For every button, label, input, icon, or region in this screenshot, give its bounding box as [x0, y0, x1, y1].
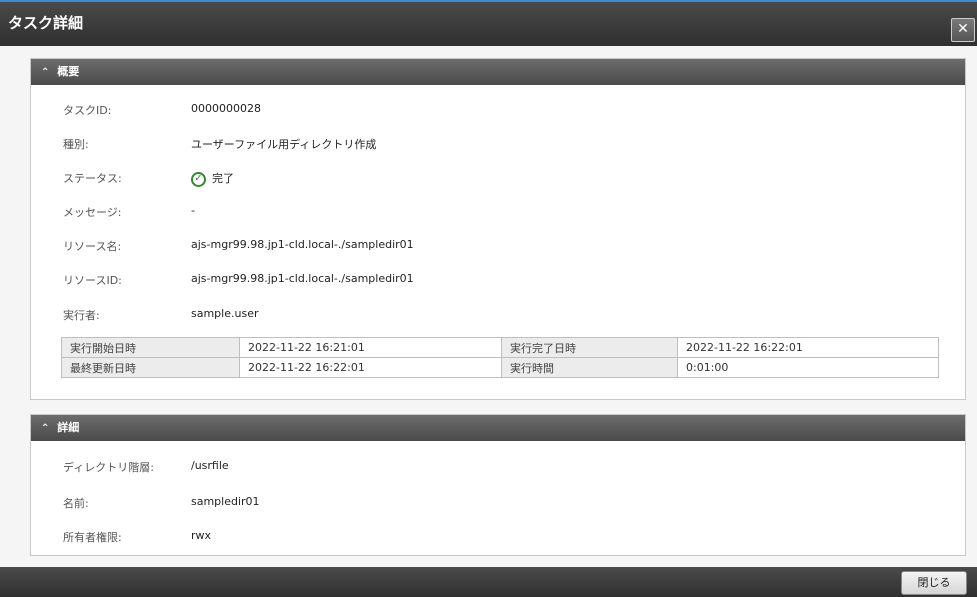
dialog-footer: 閉じる — [0, 567, 977, 597]
table-cell: 0:01:00 — [677, 357, 939, 378]
field-value: 0000000028 — [191, 102, 261, 115]
field-value: sampledir01 — [191, 495, 260, 508]
field-value: ユーザーファイル用ディレクトリ作成 — [191, 138, 377, 151]
field-label: 名前: — [63, 497, 89, 510]
dialog-title: タスク詳細 — [8, 14, 84, 32]
field-label: 所有者権限: — [63, 531, 122, 544]
close-icon[interactable]: ✕ — [951, 18, 975, 42]
field-label: リソースID: — [63, 274, 122, 287]
field-label: 実行者: — [63, 309, 100, 322]
table-row: 実行開始日時 2022-11-22 16:21:01 実行完了日時 2022-1… — [61, 337, 939, 358]
check-circle-icon: ✓ — [191, 171, 206, 187]
field-label: ディレクトリ階層: — [63, 461, 154, 474]
table-row: 最終更新日時 2022-11-22 16:22:01 実行時間 0:01:00 — [61, 357, 939, 378]
field-value: sample.user — [191, 307, 259, 320]
field-label: リソース名: — [63, 240, 122, 253]
timing-table: 実行開始日時 2022-11-22 16:21:01 実行完了日時 2022-1… — [61, 337, 939, 378]
chevron-up-icon: ⌃ — [41, 423, 50, 434]
table-cell: 最終更新日時 — [61, 357, 240, 378]
status-text: 完了 — [212, 172, 234, 185]
close-button[interactable]: 閉じる — [901, 571, 967, 595]
chevron-up-icon: ⌃ — [41, 67, 50, 78]
field-value: rwx — [191, 529, 212, 542]
table-cell: 実行完了日時 — [501, 337, 678, 358]
details-header-label: 詳細 — [57, 421, 80, 434]
details-header[interactable]: ⌃ 詳細 — [31, 415, 965, 441]
status-value-wrap: ✓ 完了 — [191, 170, 234, 187]
overview-section: ⌃ 概要 タスクID: 0000000028 種別: ユーザーファイル用ディレク… — [30, 58, 966, 400]
overview-header[interactable]: ⌃ 概要 — [31, 59, 965, 85]
overview-header-label: 概要 — [57, 65, 80, 78]
field-label: メッセージ: — [63, 206, 122, 219]
details-section: ⌃ 詳細 ディレクトリ階層: /usrfile 名前: sampledir01 … — [30, 414, 966, 556]
field-value: ajs-mgr99.98.jp1-cld.local-./sampledir01 — [191, 238, 414, 251]
field-label: 種別: — [63, 138, 89, 151]
title-bar: タスク詳細 ✕ — [0, 0, 977, 46]
field-value: /usrfile — [191, 459, 229, 472]
table-cell: 2022-11-22 16:21:01 — [239, 337, 502, 358]
dialog-content: ⌃ 概要 タスクID: 0000000028 種別: ユーザーファイル用ディレク… — [0, 46, 977, 567]
field-label: ステータス: — [63, 172, 122, 185]
field-label: タスクID: — [63, 104, 112, 117]
table-cell: 2022-11-22 16:22:01 — [239, 357, 502, 378]
field-value: ajs-mgr99.98.jp1-cld.local-./sampledir01 — [191, 272, 414, 285]
table-cell: 実行時間 — [501, 357, 678, 378]
table-cell: 実行開始日時 — [61, 337, 240, 358]
table-cell: 2022-11-22 16:22:01 — [677, 337, 939, 358]
field-value: - — [191, 204, 195, 217]
